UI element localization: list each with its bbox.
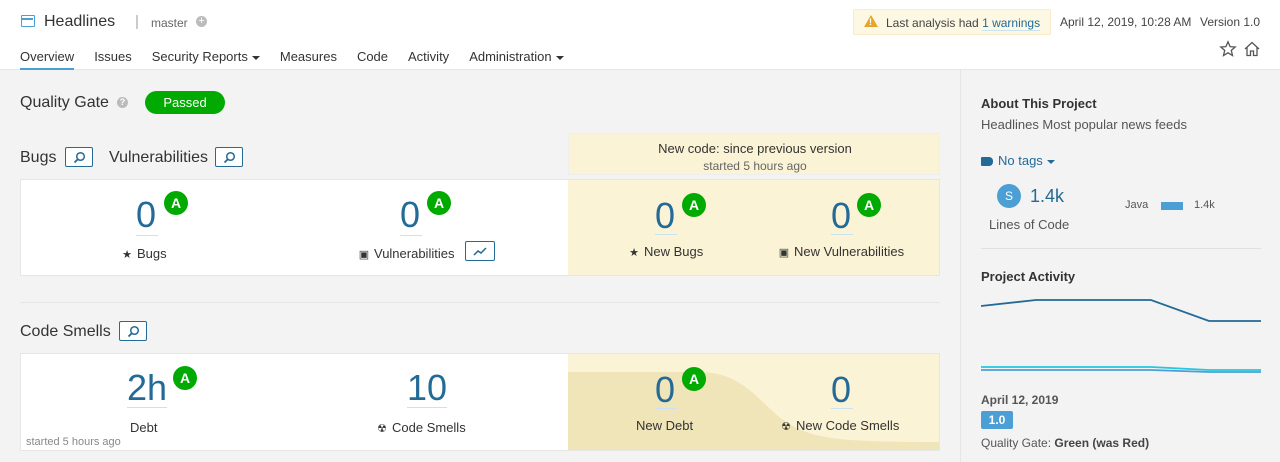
branch-name[interactable]: master — [151, 16, 188, 30]
radiation-icon: ☢ — [781, 421, 791, 433]
section-divider — [20, 302, 940, 303]
project-name[interactable]: Headlines — [44, 13, 115, 31]
new-code-smells-label: New Code Smells — [796, 418, 900, 433]
tab-administration[interactable]: Administration — [469, 49, 564, 70]
branch-icon — [134, 15, 140, 29]
tags-selector[interactable]: No tags — [981, 153, 1055, 168]
tab-activity[interactable]: Activity — [408, 49, 449, 70]
bugs-label: Bugs — [137, 246, 167, 261]
activity-date: April 12, 2019 — [981, 393, 1059, 407]
branch-info-icon[interactable]: + — [196, 16, 207, 27]
language-name: Java — [1125, 199, 1149, 211]
about-project-title: About This Project — [981, 96, 1097, 111]
project-activity-title: Project Activity — [981, 269, 1076, 284]
chevron-down-icon — [251, 55, 260, 60]
qg-event-value: Green (was Red) — [1054, 436, 1150, 450]
code-smells-search-button[interactable] — [119, 321, 147, 341]
project-icon — [21, 15, 35, 27]
new-code-period-title: New code: since previous version — [658, 141, 852, 156]
language-loc-value: 1.4k — [1194, 199, 1215, 211]
bug-icon: ★ — [122, 249, 132, 261]
search-icon — [127, 325, 140, 338]
code-smells-section-title: Code Smells — [20, 323, 111, 340]
vulnerabilities-history-button[interactable] — [465, 241, 495, 261]
version-label: Version 1.0 — [1200, 15, 1261, 29]
chevron-down-icon — [555, 55, 564, 60]
quality-gate-title: Quality Gate — [20, 94, 109, 111]
home-icon[interactable] — [1243, 40, 1261, 58]
new-debt-value[interactable]: 0 — [655, 372, 675, 408]
bugs-search-button[interactable] — [65, 147, 93, 167]
debt-value[interactable]: 2h — [127, 370, 167, 406]
tab-overview[interactable]: Overview — [20, 49, 75, 70]
lock-icon: ▣ — [358, 249, 370, 261]
new-bugs-rating[interactable]: A — [682, 193, 706, 217]
new-code-period-header: New code: since previous version started… — [568, 133, 940, 175]
tab-issues[interactable]: Issues — [94, 49, 132, 70]
bugs-rating[interactable]: A — [164, 191, 188, 215]
vulnerabilities-rating[interactable]: A — [427, 191, 451, 215]
tab-security-reports-label: Security Reports — [151, 49, 248, 64]
debt-rating[interactable]: A — [173, 366, 197, 390]
new-code-smells-panel — [568, 354, 939, 450]
analysis-date: April 12, 2019, 10:28 AM — [1060, 15, 1192, 29]
new-code-panel — [568, 180, 939, 275]
lines-of-code-label: Lines of Code — [989, 217, 1070, 232]
tags-label: No tags — [998, 153, 1043, 168]
project-nav: Overview Issues Security Reports Measure… — [20, 49, 584, 70]
new-debt-label: New Debt — [636, 418, 694, 433]
bug-icon: ★ — [629, 247, 639, 259]
size-rating-badge: S — [997, 184, 1021, 208]
vulnerabilities-search-button[interactable] — [215, 147, 243, 167]
new-vulnerabilities-label: New Vulnerabilities — [794, 244, 905, 259]
new-debt-area-chart — [568, 372, 939, 450]
bugs-section-title: Bugs — [20, 149, 57, 166]
lines-of-code-value[interactable]: 1.4k — [1030, 186, 1064, 207]
code-smells-label: Code Smells — [392, 420, 466, 435]
help-icon[interactable]: ? — [117, 97, 128, 108]
warning-icon: ! — [864, 15, 878, 27]
tab-code[interactable]: Code — [357, 49, 388, 70]
chevron-down-icon — [1046, 159, 1055, 164]
language-bar — [1161, 202, 1183, 210]
sidebar-divider — [981, 248, 1261, 249]
tag-icon — [981, 157, 993, 167]
new-vulnerabilities-rating[interactable]: A — [857, 193, 881, 217]
new-vulnerabilities-value[interactable]: 0 — [831, 198, 851, 234]
warnings-link[interactable]: 1 warnings — [982, 16, 1041, 31]
vulnerabilities-label: Vulnerabilities — [374, 246, 455, 261]
new-code-period-start: started 5 hours ago — [703, 159, 807, 173]
vulnerabilities-section-title: Vulnerabilities — [109, 149, 209, 166]
tab-administration-label: Administration — [469, 49, 552, 64]
radiation-icon: ☢ — [377, 423, 387, 435]
project-description: Headlines Most popular news feeds — [981, 117, 1187, 132]
new-code-smells-value[interactable]: 0 — [831, 372, 851, 408]
quality-gate-status-badge: Passed — [145, 91, 225, 114]
tab-security-reports[interactable]: Security Reports — [152, 49, 260, 70]
lock-icon: ▣ — [778, 247, 790, 259]
star-icon[interactable] — [1219, 40, 1237, 58]
debt-label: Debt — [130, 420, 158, 435]
new-bugs-value[interactable]: 0 — [655, 198, 675, 234]
activity-version-badge: 1.0 — [981, 411, 1013, 429]
new-debt-rating[interactable]: A — [682, 367, 706, 391]
top-bar: Headlines master + ! Last analysis had 1… — [0, 0, 1280, 70]
bugs-value[interactable]: 0 — [136, 197, 156, 233]
tab-measures[interactable]: Measures — [280, 49, 337, 70]
project-sidebar: About This Project Headlines Most popula… — [960, 70, 1280, 462]
new-bugs-label: New Bugs — [644, 244, 704, 259]
activity-graph[interactable] — [981, 288, 1261, 378]
code-smells-value[interactable]: 10 — [407, 370, 447, 406]
analysis-started-note: started 5 hours ago — [26, 436, 121, 448]
warning-text: Last analysis had — [886, 16, 979, 30]
warning-banner: ! Last analysis had 1 warnings — [853, 9, 1051, 35]
search-icon — [73, 151, 86, 164]
qg-event-label: Quality Gate: — [981, 436, 1052, 450]
search-icon — [223, 151, 236, 164]
vulnerabilities-value[interactable]: 0 — [400, 197, 420, 233]
trend-icon — [473, 247, 487, 256]
